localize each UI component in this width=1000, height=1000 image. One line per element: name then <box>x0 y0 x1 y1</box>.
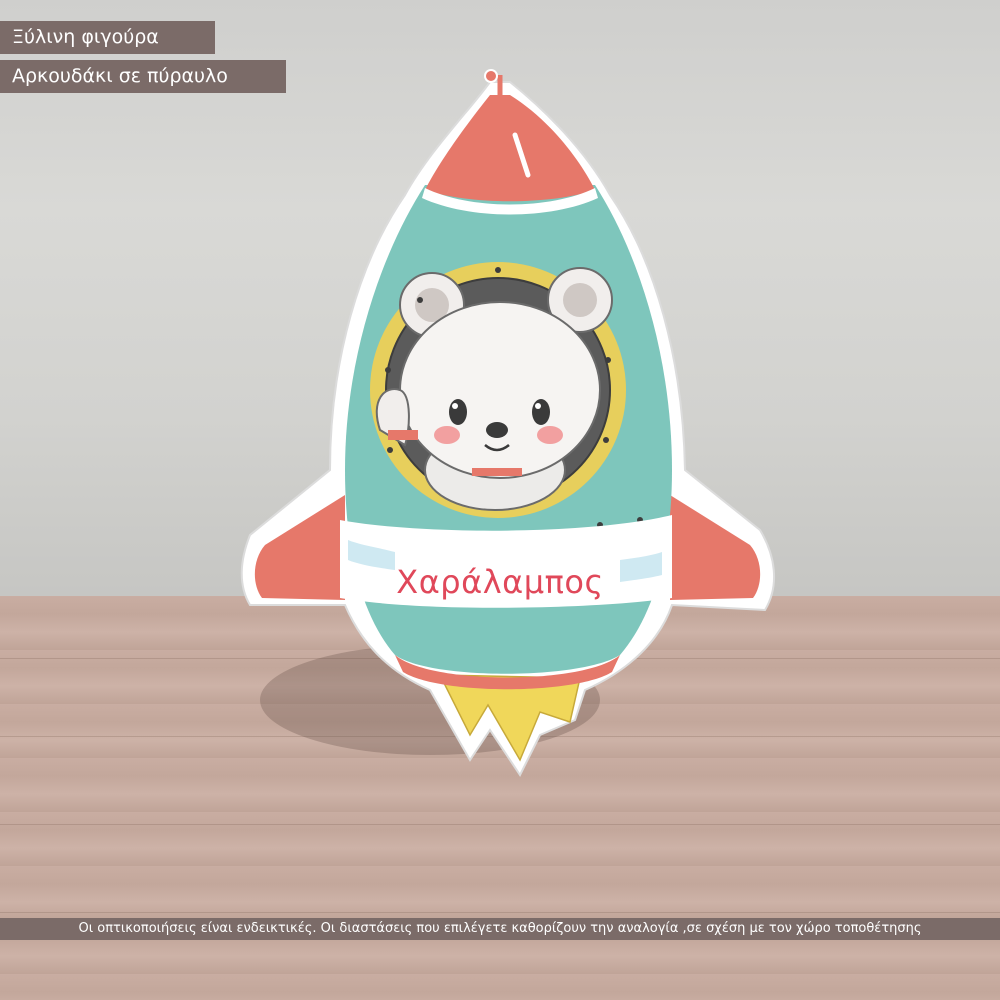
disclaimer-footer: Οι οπτικοποιήσεις είναι ενδεικτικές. Οι … <box>0 918 1000 940</box>
antenna-tip <box>484 69 498 83</box>
product-name-label: Αρκουδάκι σε πύραυλο <box>0 60 286 93</box>
product-type-label: Ξύλινη φιγούρα <box>0 21 215 54</box>
rocket-figure <box>240 69 776 777</box>
scene: Χαράλαμπος Ξύλινη φιγούρα Αρκουδάκι σε π… <box>0 0 1000 1000</box>
name-text: Χαράλαμπος <box>396 563 604 601</box>
